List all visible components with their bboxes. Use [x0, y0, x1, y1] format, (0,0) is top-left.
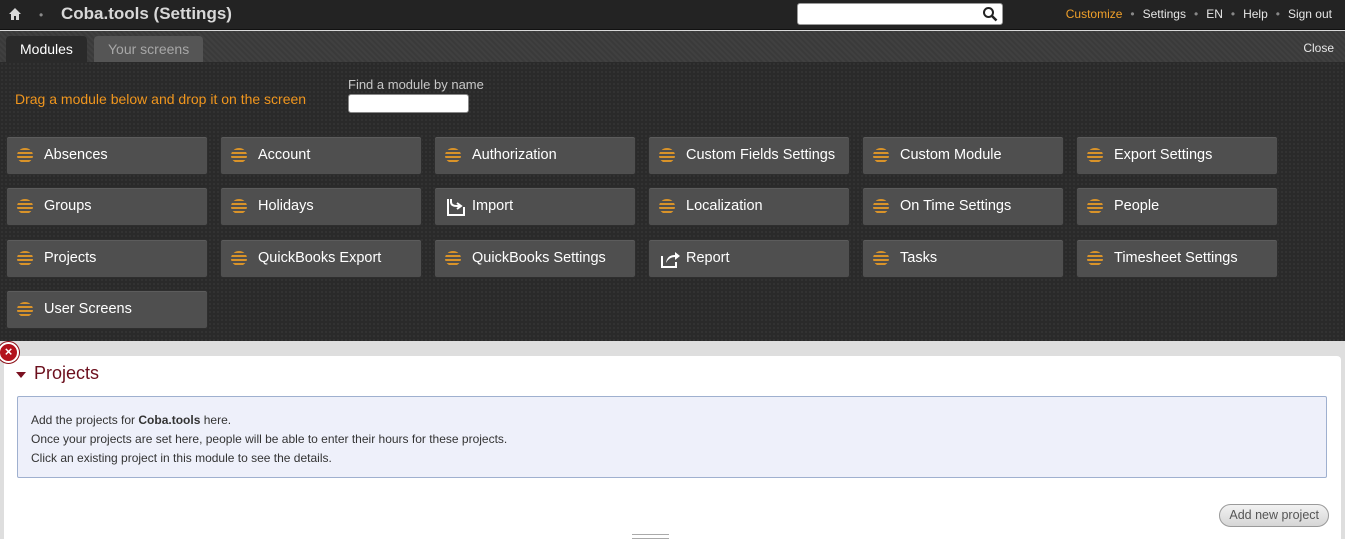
modules-panel: Drag a module below and drop it on the s… — [0, 62, 1345, 341]
module-label: Custom Fields Settings — [686, 147, 836, 163]
module-timesheet-settings[interactable]: Timesheet Settings — [1076, 238, 1278, 278]
projects-info-box: Add the projects for Coba.tools here. On… — [17, 396, 1327, 478]
find-module-input[interactable] — [348, 94, 469, 113]
info-line-1: Add the projects for Coba.tools here. — [31, 411, 1313, 430]
module-quickbooks-settings[interactable]: QuickBooks Settings — [434, 238, 636, 278]
customize-link[interactable]: Customize — [1066, 7, 1123, 21]
info-line-1-suffix: here. — [200, 413, 232, 427]
separator-dot: • — [1275, 7, 1280, 21]
module-localization[interactable]: Localization — [648, 187, 850, 227]
card-title: Projects — [34, 363, 100, 383]
module-label: User Screens — [44, 300, 132, 317]
module-quickbooks-export[interactable]: QuickBooks Export — [220, 238, 422, 278]
module-label: Holidays — [258, 198, 314, 215]
drag-hint: Drag a module below and drop it on the s… — [15, 91, 307, 107]
info-line-3: Click an existing project in this module… — [31, 451, 332, 465]
module-custom-fields-settings[interactable]: Custom Fields Settings — [648, 136, 850, 175]
stripes-icon — [17, 250, 33, 266]
module-on-time-settings[interactable]: On Time Settings — [862, 187, 1064, 227]
module-label: QuickBooks Settings — [472, 249, 606, 266]
module-groups[interactable]: Groups — [6, 187, 208, 227]
search-input[interactable] — [802, 6, 978, 22]
module-label: Absences — [44, 147, 108, 163]
module-authorization[interactable]: Authorization — [434, 136, 636, 175]
stripes-icon — [231, 199, 247, 215]
stripes-icon — [873, 250, 889, 266]
separator-dot: • — [1130, 7, 1135, 21]
add-new-project-button[interactable]: Add new project — [1219, 504, 1329, 527]
module-label: Report — [686, 249, 730, 266]
page-title: Coba.tools (Settings) — [61, 4, 232, 23]
settings-link[interactable]: Settings — [1143, 7, 1186, 21]
module-user-screens[interactable]: User Screens — [6, 289, 208, 329]
module-absences[interactable]: Absences — [6, 136, 208, 175]
stripes-icon — [1087, 199, 1103, 215]
module-label: QuickBooks Export — [258, 249, 382, 266]
stripes-icon — [231, 250, 247, 266]
module-label: Custom Module — [900, 147, 1002, 163]
module-label: Projects — [44, 249, 97, 266]
module-label: Timesheet Settings — [1114, 249, 1238, 266]
module-label: Import — [472, 198, 514, 215]
projects-module-card: Projects Add the projects for Coba.tools… — [4, 356, 1341, 539]
customize-tabs-bar: Modules Your screens Close — [0, 31, 1345, 63]
stripes-icon — [17, 301, 33, 317]
module-label: People — [1114, 198, 1160, 215]
module-label: Groups — [44, 198, 92, 215]
close-customize-link[interactable]: Close — [1303, 41, 1334, 55]
stripes-icon — [17, 148, 33, 163]
stripes-icon — [659, 199, 675, 215]
module-label: Authorization — [472, 147, 557, 163]
report-icon — [659, 251, 680, 268]
find-module-label: Find a module by name — [348, 77, 484, 92]
module-people[interactable]: People — [1076, 187, 1278, 227]
stripes-icon — [1087, 250, 1103, 266]
module-label: Tasks — [900, 249, 938, 266]
stripes-icon — [659, 148, 675, 163]
module-export-settings[interactable]: Export Settings — [1076, 136, 1278, 175]
separator-dot: • — [1230, 7, 1236, 21]
stripes-icon — [231, 148, 247, 163]
separator-dot: • — [1193, 7, 1199, 21]
info-line-1-prefix: Add the projects for — [31, 413, 139, 427]
module-custom-module[interactable]: Custom Module — [862, 136, 1064, 175]
tab-modules[interactable]: Modules — [6, 36, 87, 63]
global-search — [797, 3, 1003, 25]
module-holidays[interactable]: Holidays — [220, 187, 422, 227]
resize-grip[interactable] — [632, 534, 669, 539]
stripes-icon — [1087, 148, 1103, 163]
top-bar: • Coba.tools (Settings) Customize • Settin… — [0, 0, 1345, 30]
module-projects[interactable]: Projects — [6, 238, 208, 278]
stripes-icon — [873, 199, 889, 215]
module-account[interactable]: Account — [220, 136, 422, 175]
module-label: Account — [258, 147, 311, 163]
language-link[interactable]: EN — [1206, 7, 1223, 21]
module-report[interactable]: Report — [648, 238, 850, 278]
home-icon[interactable] — [8, 7, 22, 21]
info-line-2: Once your projects are set here, people … — [31, 432, 508, 446]
stripes-icon — [445, 148, 461, 163]
module-label: On Time Settings — [900, 198, 1012, 215]
module-label: Localization — [686, 198, 763, 215]
separator-dot: • — [39, 8, 44, 22]
module-label: Export Settings — [1114, 147, 1213, 163]
module-tasks[interactable]: Tasks — [862, 238, 1064, 278]
collapse-caret-icon[interactable] — [16, 372, 26, 378]
stripes-icon — [873, 148, 889, 163]
top-links: Customize • Settings • EN • Help • Sign out — [1066, 7, 1332, 21]
stripes-icon — [445, 250, 461, 266]
tab-your-screens[interactable]: Your screens — [94, 36, 204, 63]
import-icon — [445, 199, 465, 217]
module-import[interactable]: Import — [434, 187, 636, 227]
sign-out-link[interactable]: Sign out — [1288, 7, 1332, 21]
company-name: Coba.tools — [138, 413, 201, 427]
stripes-icon — [17, 199, 33, 215]
search-icon[interactable] — [982, 6, 998, 22]
help-link[interactable]: Help — [1243, 7, 1268, 21]
